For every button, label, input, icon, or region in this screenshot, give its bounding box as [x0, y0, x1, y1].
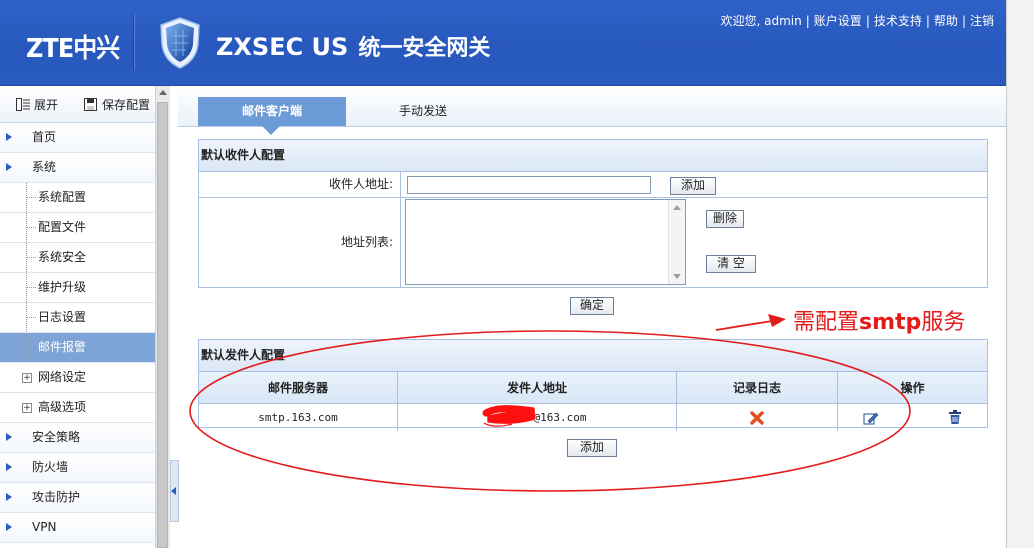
expand-label: 展开: [34, 98, 59, 112]
sidebar-item-maintenance[interactable]: 维护升级: [0, 273, 155, 303]
top-links: 欢迎您, admin | 账户设置 | 技术支持 | 帮助 | 注销: [720, 14, 994, 28]
expand-button[interactable]: 展开: [16, 96, 58, 113]
sidebar-menu: 首页 系统 系统配置 配置文件 系统安全 维护升级 日志设置 邮件报警 + 网络设…: [0, 123, 155, 543]
delete-button[interactable]: 删除: [706, 210, 744, 228]
welcome-text: 欢迎您, admin: [720, 14, 802, 28]
recipient-panel-title: 默认收件人配置: [199, 140, 987, 172]
col-sender-address: 发件人地址: [397, 372, 677, 404]
save-config-label: 保存配置: [102, 98, 151, 112]
log-cell: [676, 403, 838, 431]
add-recipient-button[interactable]: 添加: [670, 177, 716, 195]
sidebar-item-log-settings[interactable]: 日志设置: [0, 303, 155, 333]
triangle-right-icon: [6, 463, 12, 471]
scroll-down-icon[interactable]: [673, 274, 681, 279]
add-sender-button[interactable]: 添加: [567, 439, 617, 457]
sidebar-item-system-config[interactable]: 系统配置: [0, 183, 155, 213]
sidebar-collapse-handle[interactable]: [170, 460, 179, 522]
sidebar-item-security-policy[interactable]: 安全策略: [0, 423, 155, 453]
recipient-address-input[interactable]: [407, 176, 651, 194]
edit-icon[interactable]: [863, 411, 879, 425]
help-link[interactable]: 帮助: [934, 14, 958, 28]
server-cell: smtp.163.com: [199, 403, 398, 431]
trash-icon[interactable]: [948, 410, 962, 425]
scroll-up-icon[interactable]: [673, 205, 681, 210]
sender-config-panel: 默认发件人配置 邮件服务器 发件人地址 记录日志 操作 smtp.163.com…: [198, 339, 988, 431]
product-cn-name: 统一安全网关: [358, 36, 491, 61]
top-header: ZTE中兴 ZXSEC US 统一安全网关 欢迎您, admin | 账户设置 | 技术支…: [0, 0, 1006, 86]
sidebar-item-home[interactable]: 首页: [0, 123, 155, 153]
sidebar-item-advanced[interactable]: + 高级选项: [0, 393, 155, 423]
tab-manual-send[interactable]: 手动发送: [368, 97, 478, 126]
product-name: ZXSEC US: [216, 33, 349, 61]
sidebar: 展开 保存配置 首页 系统 系统配置 配置文件 系统安全 维护升级 日志设置 邮…: [0, 86, 156, 548]
triangle-right-icon: [6, 133, 12, 141]
scrollbar-thumb[interactable]: [157, 102, 168, 548]
annotation-text: 需配置smtp服务: [793, 310, 966, 335]
sender-cell: @163.com: [397, 403, 677, 431]
sidebar-item-mail-alert[interactable]: 邮件报警: [0, 333, 155, 363]
address-list-label: 地址列表:: [340, 235, 393, 249]
plus-icon: +: [22, 373, 32, 383]
sidebar-scrollbar[interactable]: [155, 86, 170, 548]
recipient-config-panel: 默认收件人配置 收件人地址: 添加 地址列表: 删除 清 空: [198, 139, 988, 288]
sender-table: 邮件服务器 发件人地址 记录日志 操作 smtp.163.com @163.co…: [199, 372, 987, 431]
sender-panel-title: 默认发件人配置: [199, 340, 987, 372]
col-mail-server: 邮件服务器: [199, 372, 398, 404]
recipient-address-label: 收件人地址:: [328, 177, 393, 191]
zte-logo: ZTE中兴: [26, 34, 120, 64]
save-config-button[interactable]: 保存配置: [84, 96, 150, 113]
operation-cell: [838, 404, 988, 432]
sidebar-item-system-security[interactable]: 系统安全: [0, 243, 155, 273]
annotation-arrow: [715, 320, 773, 331]
product-title: ZXSEC US 统一安全网关: [216, 30, 490, 62]
sidebar-item-config-file[interactable]: 配置文件: [0, 213, 155, 243]
sidebar-item-vpn[interactable]: VPN: [0, 513, 155, 543]
sidebar-item-system[interactable]: 系统: [0, 153, 155, 183]
sidebar-item-firewall[interactable]: 防火墙: [0, 453, 155, 483]
address-list-row: 地址列表: 删除 清 空: [199, 198, 987, 287]
clear-button[interactable]: 清 空: [706, 255, 756, 273]
triangle-right-icon: [6, 523, 12, 531]
sidebar-item-network[interactable]: + 网络设定: [0, 363, 155, 393]
tab-mail-client[interactable]: 邮件客户端: [198, 97, 346, 135]
arrow-head-icon: [768, 314, 786, 327]
triangle-right-icon: [6, 163, 12, 171]
plus-icon: +: [22, 403, 32, 413]
triangle-left-icon: [171, 487, 176, 495]
col-operation: 操作: [837, 372, 987, 404]
expand-icon: [16, 98, 30, 111]
save-icon: [84, 98, 97, 111]
redacted-scribble: [482, 405, 535, 427]
logo-divider: [133, 14, 135, 70]
col-log-record: 记录日志: [676, 372, 838, 404]
shield-logo-icon: [160, 17, 200, 69]
tab-bar: 邮件客户端 手动发送: [178, 86, 1006, 135]
address-list-box[interactable]: [405, 199, 686, 285]
account-settings-link[interactable]: 账户设置: [814, 14, 862, 28]
sidebar-item-attack-defense[interactable]: 攻击防护: [0, 483, 155, 513]
window-right-border: [1006, 0, 1034, 548]
triangle-right-icon: [6, 433, 12, 441]
tech-support-link[interactable]: 技术支持: [874, 14, 922, 28]
triangle-right-icon: [6, 493, 12, 501]
recipient-address-row: 收件人地址: 添加: [199, 172, 987, 198]
disabled-x-icon: [750, 410, 764, 425]
logout-link[interactable]: 注销: [970, 14, 994, 28]
confirm-button[interactable]: 确定: [570, 297, 614, 315]
address-list-scrollbar[interactable]: [668, 200, 685, 284]
sidebar-toolbar: 展开 保存配置: [0, 86, 155, 123]
table-row: smtp.163.com @163.com: [199, 403, 988, 432]
scroll-up-icon[interactable]: [159, 90, 167, 95]
